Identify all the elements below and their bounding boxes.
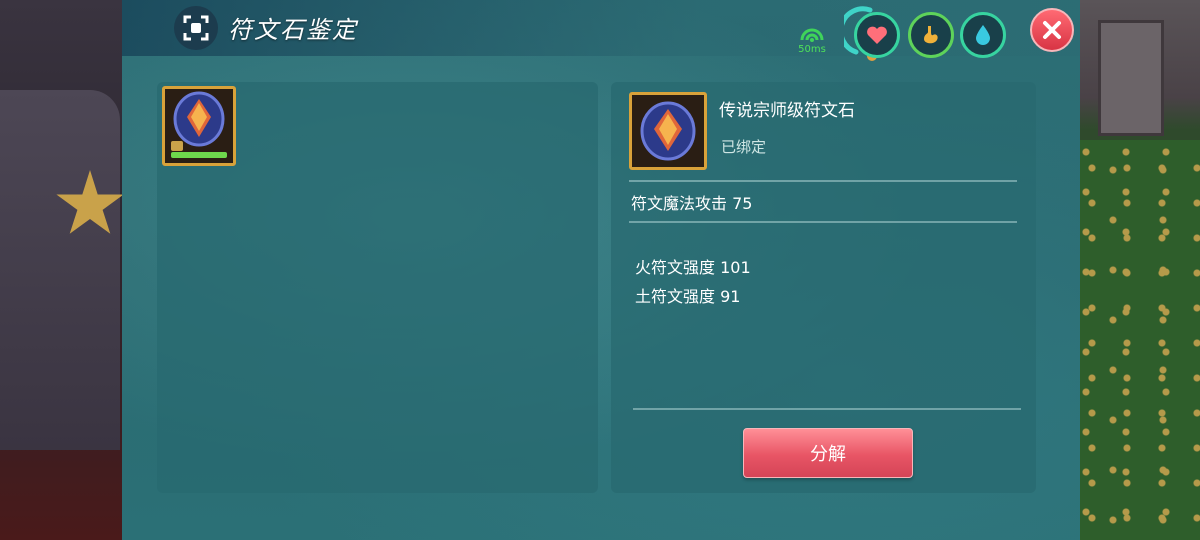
rune-detail-panel: 传说宗师级符文石 已绑定 符文魔法攻击 75 火符文强度 101 土符文强度 9…	[611, 82, 1036, 493]
divider	[629, 180, 1017, 182]
rune-appraisal-panel: 符文石鉴定 50ms 传说宗师级符文石 已绑定 符文魔法攻击 75 火符文强度 …	[122, 0, 1080, 540]
hunger-status[interactable]	[908, 12, 954, 58]
background-wall	[0, 90, 120, 450]
item-name: 传说宗师级符文石	[719, 101, 855, 121]
item-preview	[629, 92, 707, 170]
sub-stat: 土符文强度 91	[635, 287, 741, 306]
rune-inventory-list	[157, 82, 598, 493]
thirst-status[interactable]	[960, 12, 1006, 58]
main-stat: 符文魔法攻击 75	[631, 194, 753, 213]
durability-bar	[171, 152, 227, 158]
bind-status: 已绑定	[721, 138, 767, 156]
ping-value: 50ms	[798, 44, 826, 55]
close-icon	[1043, 21, 1061, 39]
close-button[interactable]	[1030, 8, 1074, 52]
water-drop-icon	[976, 25, 990, 45]
divider	[633, 408, 1021, 410]
decompose-button[interactable]: 分解	[743, 428, 913, 478]
lock-icon	[171, 141, 183, 151]
divider	[629, 221, 1017, 223]
background-scene-left	[0, 0, 124, 540]
background-scene-right	[1078, 0, 1200, 540]
heart-icon	[867, 26, 887, 44]
wifi-signal-icon	[800, 28, 824, 42]
background-pillar	[1098, 20, 1164, 136]
network-ping: 50ms	[794, 26, 830, 55]
inventory-slot-rune-stone[interactable]	[162, 86, 236, 166]
sub-stat: 火符文强度 101	[635, 258, 751, 277]
scan-frame-icon	[174, 6, 218, 50]
rune-stone-icon	[640, 101, 696, 161]
stomach-icon	[924, 26, 938, 44]
page-title: 符文石鉴定	[228, 16, 358, 44]
background-grass	[1078, 140, 1200, 540]
health-status[interactable]	[854, 12, 900, 58]
